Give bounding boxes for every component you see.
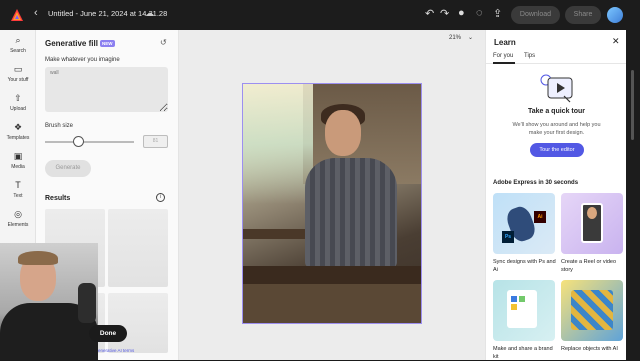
generative-ai-terms-link[interactable]: enerative AI terms xyxy=(98,348,134,353)
rail-item-search[interactable]: ⌕ Search xyxy=(0,34,36,54)
webcam-person-hair xyxy=(18,251,58,265)
section-title: Adobe Express in 30 seconds xyxy=(493,180,579,186)
brush-size-input[interactable]: 81 xyxy=(143,135,168,148)
card-illustration xyxy=(511,296,517,302)
share-button[interactable]: Share xyxy=(565,6,601,24)
brush-size-slider-thumb[interactable] xyxy=(73,136,85,147)
webcam-overlay xyxy=(0,243,98,360)
upload-icon: ⇧ xyxy=(14,93,22,103)
folder-icon: ▭ xyxy=(13,64,23,74)
done-button[interactable]: Done xyxy=(89,325,127,342)
learn-card-label: Replace objects with AI xyxy=(561,346,618,352)
download-button[interactable]: Download xyxy=(511,6,560,24)
tab-tips[interactable]: Tips xyxy=(524,53,535,59)
tab-for-you[interactable]: For you xyxy=(493,53,513,59)
tour-editor-button[interactable]: Tour the editor xyxy=(530,143,584,157)
scrollbar-thumb[interactable] xyxy=(631,70,634,140)
result-placeholder xyxy=(108,209,168,287)
rail-item-label: Media xyxy=(11,164,25,170)
learn-card-reel[interactable] xyxy=(561,193,623,254)
generative-fill-mask xyxy=(243,84,313,204)
elements-icon: ◎ xyxy=(14,209,22,219)
text-icon: T xyxy=(15,180,21,190)
rail-item-upload[interactable]: ⇧ Upload xyxy=(0,92,36,112)
rail-item-your-stuff[interactable]: ▭ Your stuff xyxy=(0,63,36,83)
prompt-label: Make whatever you imagine xyxy=(45,57,120,63)
scrollbar[interactable] xyxy=(626,30,640,360)
microphone-icon xyxy=(78,283,96,323)
learn-card-label: Create a Reel or video story xyxy=(561,259,617,273)
card-illustration xyxy=(587,207,597,219)
cloud-icon: ☁ xyxy=(145,8,154,18)
app-window: ‹ Untitled - June 21, 2024 at 14.21.28 ☁… xyxy=(0,0,640,360)
avatar[interactable] xyxy=(607,7,623,23)
rail-item-templates[interactable]: ❖ Templates xyxy=(0,121,36,141)
tour-description: We'll show you around and help you make … xyxy=(512,122,601,136)
card-illustration xyxy=(519,296,525,302)
search-icon: ⌕ xyxy=(15,35,21,45)
brush-size-slider[interactable] xyxy=(45,141,134,143)
new-badge: NEW xyxy=(100,40,115,47)
back-chevron-icon[interactable]: ‹ xyxy=(34,7,38,19)
rail-item-label: Templates xyxy=(6,135,30,141)
photo-desk xyxy=(243,229,313,239)
learn-title: Learn xyxy=(494,38,516,47)
learn-card-replace-objects[interactable] xyxy=(561,280,623,341)
learn-card-brand-kit[interactable] xyxy=(493,280,555,341)
templates-icon: ❖ xyxy=(13,122,23,132)
rail-item-label: Upload xyxy=(10,106,26,112)
photoshop-icon: Ps xyxy=(502,231,514,243)
lightbulb-icon[interactable]: ● xyxy=(458,7,465,19)
active-tab-indicator xyxy=(493,62,515,64)
redo-icon[interactable]: ↷ xyxy=(440,7,449,20)
brush-size-label: Brush size xyxy=(45,123,74,129)
rail-item-text[interactable]: T Text xyxy=(0,179,36,199)
reset-icon[interactable]: ↺ xyxy=(160,38,167,47)
result-placeholder xyxy=(108,293,168,353)
media-icon: ▣ xyxy=(13,151,23,161)
tour-illustration-icon xyxy=(540,74,573,103)
info-icon[interactable]: i xyxy=(156,193,165,202)
close-icon[interactable]: ✕ xyxy=(612,36,620,47)
card-illustration xyxy=(511,304,517,310)
undo-icon[interactable]: ↶ xyxy=(425,7,434,20)
rail-item-label: Elements xyxy=(7,222,29,228)
card-illustration xyxy=(571,290,613,330)
rail-item-media[interactable]: ▣ Media xyxy=(0,150,36,170)
rail-item-label: Your stuff xyxy=(7,77,29,83)
comment-icon[interactable]: ◌ xyxy=(476,7,483,19)
rail-item-label: Text xyxy=(13,193,23,199)
adobe-express-logo-icon[interactable] xyxy=(10,8,24,22)
panel-title: Generative fill xyxy=(45,39,98,48)
prompt-input[interactable] xyxy=(45,67,168,112)
share-link-icon[interactable]: ⇪ xyxy=(493,7,502,20)
results-heading: Results xyxy=(45,195,71,202)
zoom-level[interactable]: 21% xyxy=(449,35,461,41)
learn-card-sync[interactable]: Ai Ps xyxy=(493,193,555,254)
learn-card-label: Sync designs with Ps and Ai xyxy=(493,259,556,273)
photo-floor xyxy=(243,284,421,323)
canvas-image[interactable] xyxy=(242,83,422,324)
photo-student-shirt xyxy=(305,158,397,268)
chevron-down-icon[interactable]: ⌄ xyxy=(468,34,473,41)
top-bar: ‹ Untitled - June 21, 2024 at 14.21.28 ☁… xyxy=(0,0,640,30)
rail-item-label: Search xyxy=(10,48,26,54)
illustrator-icon: Ai xyxy=(534,211,546,223)
canvas-area: 21% ⌄ xyxy=(179,30,485,360)
learn-card-label: Make and share a brand kit xyxy=(493,346,553,360)
tour-title: Take a quick tour xyxy=(527,108,586,115)
rail-item-elements[interactable]: ◎ Elements xyxy=(0,208,36,228)
photo-student-face xyxy=(325,110,361,156)
generate-button[interactable]: Generate xyxy=(45,160,91,177)
photo-desk xyxy=(243,266,421,284)
learn-panel: Learn ✕ For you Tips Take a quick tour W… xyxy=(485,30,627,360)
